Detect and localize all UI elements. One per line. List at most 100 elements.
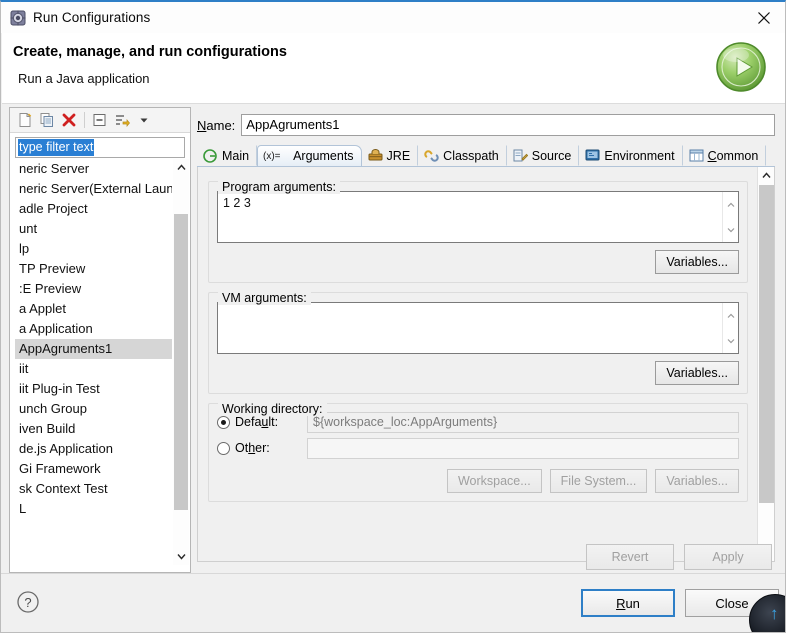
tree-item[interactable]: L	[15, 499, 172, 519]
tab-label: JRE	[386, 148, 411, 163]
tree-item[interactable]: neric Server	[15, 159, 172, 179]
arguments-content-inner: Program arguments: 1 2 3 Variables... VM…	[198, 167, 758, 561]
tree-item-label: iit Plug-in Test	[19, 381, 100, 396]
revert-button[interactable]: Revert	[586, 544, 674, 570]
dialog-body: type filter text neric Server neric Serve…	[1, 104, 785, 625]
title-bar: Run Configurations	[1, 2, 785, 33]
program-arguments-input[interactable]: 1 2 3	[217, 191, 739, 243]
svg-text:(x)=: (x)=	[263, 151, 281, 161]
up-arrow-icon: ↑	[770, 604, 779, 623]
working-directory-default-value: ${workspace_loc:AppArguments}	[307, 411, 739, 433]
tree-item-label: unt	[19, 221, 38, 236]
tab-jre[interactable]: JRE	[362, 145, 419, 166]
close-icon[interactable]	[741, 2, 785, 33]
tree-item[interactable]: lp	[15, 239, 172, 259]
tree-item[interactable]: Gi Framework	[15, 459, 172, 479]
tree-item[interactable]: unch Group	[15, 399, 172, 419]
tree-item[interactable]: sk Context Test	[15, 479, 172, 499]
tab-label: Common	[707, 148, 759, 163]
program-arguments-variables-button[interactable]: Variables...	[655, 250, 739, 274]
tab-label: Environment	[604, 148, 675, 163]
tree-item-label: iit	[19, 361, 29, 376]
workspace-button[interactable]: Workspace...	[446, 469, 542, 493]
tree-item[interactable]: TP Preview	[15, 259, 172, 279]
configurations-tree-list[interactable]: neric Server neric Server(External Launc a…	[15, 159, 172, 565]
tree-item-label: unch Group	[19, 401, 87, 416]
help-question-icon[interactable]: ?	[16, 590, 40, 614]
file-system-button[interactable]: File System...	[549, 469, 648, 493]
tab-source[interactable]: Source	[507, 145, 580, 166]
file-system-button-label: File System...	[560, 474, 637, 488]
working-directory-variables-button[interactable]: Variables...	[655, 469, 739, 493]
scroll-down-icon[interactable]	[723, 328, 738, 353]
tree-item[interactable]: a Applet	[15, 299, 172, 319]
vm-arguments-label: VM arguments:	[218, 291, 311, 305]
tree-item-label: AppAgruments1	[19, 341, 113, 356]
scroll-up-icon[interactable]	[758, 167, 774, 184]
tab-strip: Main (x)= Arguments JRE Classpath Source Envir…	[197, 145, 775, 167]
delete-configuration-icon[interactable]	[58, 110, 80, 131]
tree-item[interactable]: :E Preview	[15, 279, 172, 299]
tab-main[interactable]: Main	[197, 145, 258, 166]
tree-item[interactable]: unt	[15, 219, 172, 239]
tree-item[interactable]: neric Server(External Launc	[15, 179, 172, 199]
scroll-down-icon[interactable]	[173, 548, 189, 565]
chevron-down-icon[interactable]	[133, 110, 155, 131]
content-vertical-scrollbar[interactable]	[757, 167, 774, 561]
vm-arguments-scrollbar[interactable]	[722, 303, 738, 353]
working-directory-other-radio[interactable]: Other:	[217, 441, 307, 455]
tree-scroll-thumb[interactable]	[174, 214, 188, 510]
page-title: Create, manage, and run configurations	[13, 44, 287, 60]
program-arguments-value: 1 2 3	[223, 196, 251, 210]
tree-item[interactable]: a Application	[15, 319, 172, 339]
scroll-up-icon[interactable]	[173, 159, 189, 176]
green-run-play-icon	[714, 40, 768, 94]
tree-item[interactable]: iven Build	[15, 419, 172, 439]
scroll-down-icon[interactable]	[723, 217, 738, 242]
tab-environment[interactable]: Environment	[579, 145, 683, 166]
apply-button-label: Apply	[712, 550, 744, 564]
workspace-button-label: Workspace...	[457, 474, 531, 488]
toolbar-separator	[84, 112, 85, 128]
working-directory-other-input[interactable]	[307, 437, 739, 459]
new-configuration-icon[interactable]	[14, 110, 36, 131]
tab-label: Arguments	[293, 149, 354, 163]
tree-item[interactable]: de.js Application	[15, 439, 172, 459]
tree-vertical-scrollbar[interactable]	[173, 159, 189, 565]
tree-item-label: Gi Framework	[19, 461, 101, 476]
tree-item-label: a Applet	[19, 301, 66, 316]
scroll-up-icon[interactable]	[723, 303, 738, 328]
apply-button[interactable]: Apply	[684, 544, 772, 570]
run-button[interactable]: Run	[581, 589, 675, 617]
vm-arguments-input[interactable]	[217, 302, 739, 354]
window-title: Run Configurations	[33, 10, 151, 25]
tree-item[interactable]: AppAgruments1	[15, 339, 172, 359]
tree-item-label: neric Server(External Launc	[19, 181, 172, 196]
tree-toolbar	[10, 108, 190, 133]
tree-item[interactable]: adle Project	[15, 199, 172, 219]
duplicate-configuration-icon[interactable]	[36, 110, 58, 131]
vm-arguments-variables-button[interactable]: Variables...	[655, 361, 739, 385]
program-arguments-scrollbar[interactable]	[722, 192, 738, 242]
tree-item[interactable]: iit	[15, 359, 172, 379]
tab-label: Main	[222, 148, 250, 163]
working-directory-default-radio[interactable]: Default:	[217, 415, 307, 429]
working-directory-variables-label: Variables...	[666, 474, 728, 488]
program-arguments-group: Program arguments: 1 2 3 Variables...	[208, 180, 748, 283]
tab-classpath[interactable]: Classpath	[418, 145, 507, 166]
working-directory-other-row: Other:	[217, 437, 739, 459]
content-scroll-thumb[interactable]	[759, 185, 774, 503]
tab-common[interactable]: Common	[683, 145, 767, 166]
name-input[interactable]: AppAgruments1	[241, 114, 775, 136]
configuration-editor-panel: Name: AppAgruments1 Main (x)= Arguments JRE…	[195, 107, 778, 573]
filter-input[interactable]: type filter text	[15, 137, 185, 158]
radio-off-icon	[217, 441, 230, 455]
filter-icon[interactable]	[111, 110, 133, 131]
tab-arguments[interactable]: (x)= Arguments	[257, 145, 362, 166]
tab-label: Classpath	[443, 148, 499, 163]
scroll-up-icon[interactable]	[723, 192, 738, 217]
collapse-all-icon[interactable]	[89, 110, 111, 131]
tree-item-label: a Application	[19, 321, 93, 336]
tree-item[interactable]: iit Plug-in Test	[15, 379, 172, 399]
arguments-tab-content: Program arguments: 1 2 3 Variables... VM…	[197, 167, 775, 562]
